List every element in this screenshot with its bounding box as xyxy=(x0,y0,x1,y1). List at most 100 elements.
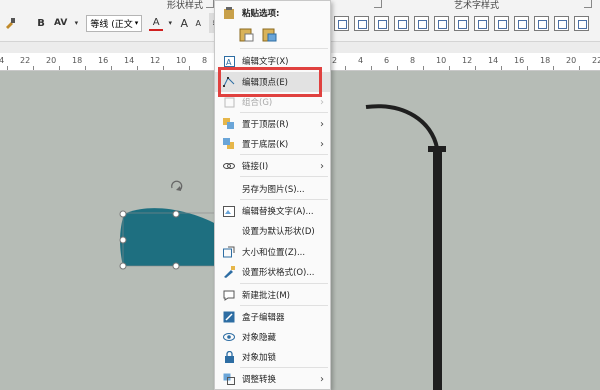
menu-separator xyxy=(240,48,328,49)
ruler-tick-label: 24 xyxy=(0,56,5,65)
menu-item-lock-object[interactable]: 对象加锁 xyxy=(215,347,330,367)
menu-separator xyxy=(240,176,328,177)
menu-separator xyxy=(240,154,328,155)
convert-icon xyxy=(223,373,235,385)
shape-style-icon[interactable] xyxy=(494,15,509,31)
shape-style-icon[interactable] xyxy=(514,15,529,31)
ruler-tick-label: 16 xyxy=(98,56,109,65)
size-position-icon xyxy=(223,246,235,258)
menu-item-adjust-convert[interactable]: 调整转换 › xyxy=(215,369,330,389)
ruler-tick-label: 2 xyxy=(332,56,338,65)
ruler-tick xyxy=(501,66,502,70)
ruler-tick-label: 22 xyxy=(20,56,31,65)
shape-style-icon[interactable] xyxy=(474,15,489,31)
paste-keep-source-icon[interactable] xyxy=(239,27,254,45)
menu-item-send-to-back[interactable]: 置于底层(K) › xyxy=(215,134,330,154)
shape-style-icon[interactable] xyxy=(454,15,469,31)
shape-style-icon[interactable] xyxy=(554,15,569,31)
menu-item-edit-alt-text[interactable]: 编辑替换文字(A)... xyxy=(215,201,330,221)
box-editor-icon xyxy=(223,311,235,323)
ruler-tick xyxy=(111,66,112,70)
chevron-down-icon[interactable]: ▾ xyxy=(69,13,83,33)
menu-item-label: 对象隐藏 xyxy=(242,333,277,343)
paste-options-label: 粘贴选项: xyxy=(242,9,280,19)
ruler-tick-label: 20 xyxy=(46,56,57,65)
ruler-tick xyxy=(449,66,450,70)
group-label-art-styles: 艺术字样式 xyxy=(454,1,500,11)
menu-item-label: 编辑文字(X) xyxy=(242,57,289,67)
menu-item-label: 编辑替换文字(A)... xyxy=(242,207,314,217)
arrange-toolbar xyxy=(334,12,589,34)
shape-style-icon[interactable] xyxy=(434,15,449,31)
grow-font-button[interactable]: A xyxy=(177,13,191,33)
text-box-icon: A xyxy=(223,55,235,67)
paste-options-header: 粘贴选项: xyxy=(215,3,330,23)
ruler-tick xyxy=(85,66,86,70)
chevron-right-icon: › xyxy=(320,118,324,130)
menu-item-save-as-picture[interactable]: 另存为图片(S)... xyxy=(215,179,330,199)
menu-item-label: 大小和位置(Z)... xyxy=(242,248,306,258)
link-icon xyxy=(223,160,235,172)
ruler-tick-label: 14 xyxy=(488,56,499,65)
menu-separator xyxy=(240,283,328,284)
ruler-tick xyxy=(475,66,476,70)
ruler-tick xyxy=(371,66,372,70)
highlight-box xyxy=(218,67,322,97)
dialog-launcher-icon[interactable] xyxy=(206,0,214,8)
ruler-tick xyxy=(579,66,580,70)
menu-item-label: 另存为图片(S)... xyxy=(242,185,305,195)
shape-style-icon[interactable] xyxy=(414,15,429,31)
menu-item-set-default-shape[interactable]: 设置为默认形状(D) xyxy=(215,221,330,241)
menu-item-bring-to-front[interactable]: 置于顶层(R) › xyxy=(215,114,330,134)
menu-item-box-editor[interactable]: 盒子编辑器 xyxy=(215,307,330,327)
ruler-tick xyxy=(163,66,164,70)
shape-style-icon[interactable] xyxy=(354,15,369,31)
shape-style-icon[interactable] xyxy=(574,15,589,31)
shape-style-icon[interactable] xyxy=(334,15,349,31)
ruler-tick xyxy=(345,66,346,70)
menu-item-label: 盒子编辑器 xyxy=(242,313,285,323)
menu-item-label: 置于顶层(R) xyxy=(242,120,289,130)
lock-icon xyxy=(223,351,235,363)
ruler-tick-label: 18 xyxy=(72,56,83,65)
format-painter-icon[interactable] xyxy=(2,13,18,33)
menu-item-size-position[interactable]: 大小和位置(Z)... xyxy=(215,242,330,262)
dialog-launcher-icon[interactable] xyxy=(584,0,592,8)
menu-item-link[interactable]: 链接(I) › xyxy=(215,156,330,176)
group-icon xyxy=(223,96,235,108)
menu-item-label: 调整转换 xyxy=(242,375,277,385)
chevron-down-icon[interactable]: ▾ xyxy=(163,13,177,33)
svg-text:A: A xyxy=(226,58,232,67)
menu-item-new-comment[interactable]: 新建批注(M) xyxy=(215,285,330,305)
chevron-down-icon: ▾ xyxy=(134,19,139,27)
menu-item-label: 新建批注(M) xyxy=(242,291,290,301)
font-color-button[interactable]: A xyxy=(149,15,164,31)
menu-item-label: 设置为默认形状(D) xyxy=(242,227,315,237)
shape-style-icon[interactable] xyxy=(394,15,409,31)
bold-button[interactable]: B xyxy=(34,13,48,33)
shape-style-icon[interactable] xyxy=(374,15,389,31)
hide-icon xyxy=(223,331,235,343)
ruler-tick xyxy=(137,66,138,70)
menu-item-label: 链接(I) xyxy=(242,162,269,172)
ruler-tick xyxy=(7,66,8,70)
menu-separator xyxy=(240,367,328,368)
ruler-tick-label: 10 xyxy=(176,56,187,65)
ruler-tick-label: 16 xyxy=(514,56,525,65)
clipboard-icon xyxy=(223,7,235,19)
shape-style-icon[interactable] xyxy=(534,15,549,31)
lamp-cap xyxy=(428,146,446,152)
ruler-tick-label: 20 xyxy=(566,56,577,65)
shrink-font-button[interactable]: A xyxy=(191,13,205,33)
send-back-icon xyxy=(223,138,235,150)
chevron-right-icon: › xyxy=(320,96,324,108)
font-name-value: 等线 (正文 xyxy=(90,19,133,30)
ruler-tick-label: 4 xyxy=(358,56,364,65)
paste-as-picture-icon[interactable] xyxy=(262,27,277,45)
menu-item-hide-object[interactable]: 对象隐藏 xyxy=(215,327,330,347)
character-spacing-button[interactable]: AV xyxy=(52,13,69,33)
font-name-select[interactable]: 等线 (正文 ▾ xyxy=(86,14,143,32)
ruler-tick xyxy=(59,66,60,70)
dialog-launcher-icon[interactable] xyxy=(374,0,382,8)
menu-item-format-shape[interactable]: 设置形状格式(O)... xyxy=(215,262,330,282)
